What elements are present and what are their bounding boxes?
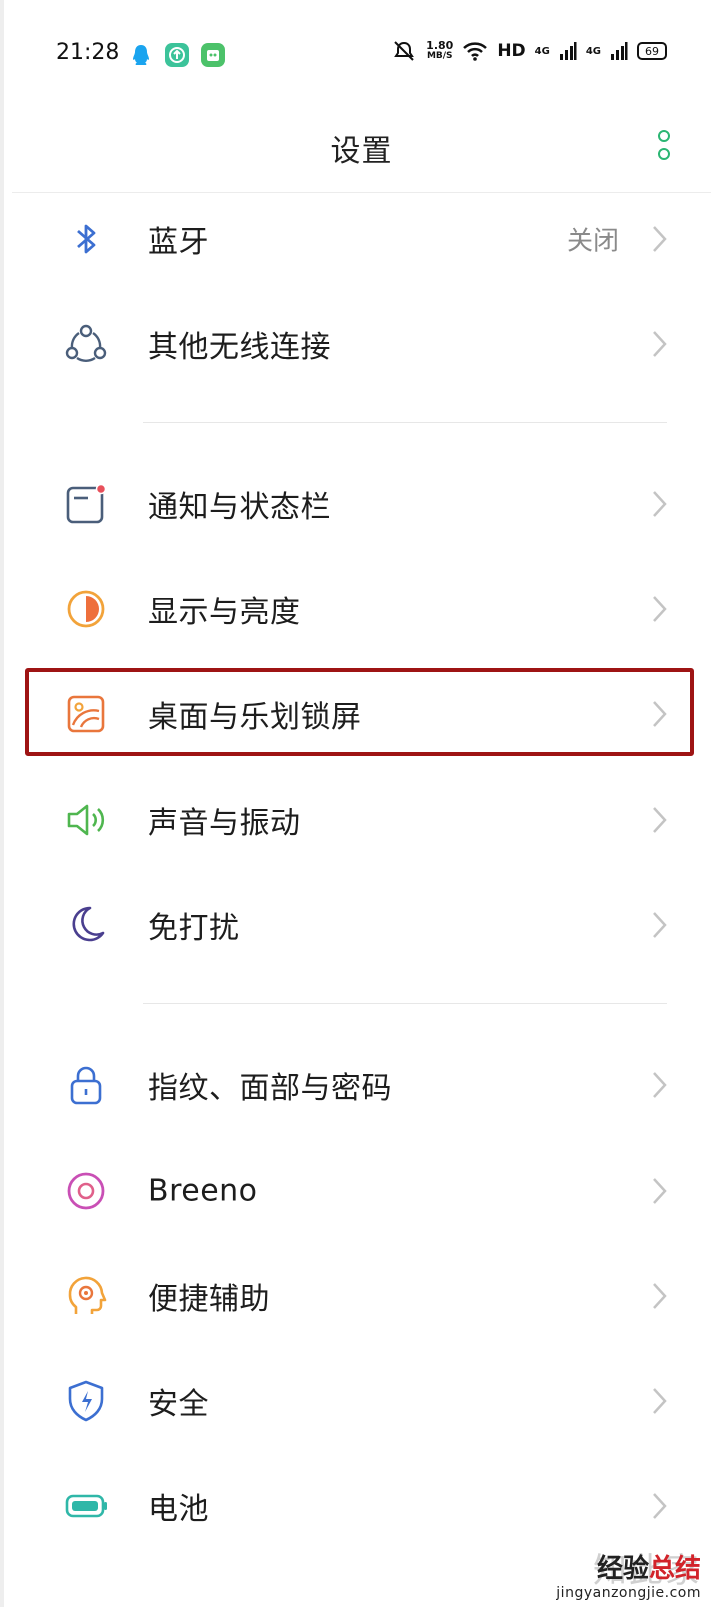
mute-bell-icon — [394, 41, 415, 61]
settings-item-label: 电池 — [148, 1491, 209, 1527]
settings-item-label: Breeno — [148, 1173, 258, 1208]
breeno-icon — [67, 1172, 105, 1209]
hd-indicator: HD — [497, 41, 526, 61]
speed-value: 1.80 — [426, 39, 454, 52]
chevron-right-icon — [653, 225, 667, 252]
watermark-main-a: 经验 — [596, 1554, 649, 1584]
settings-item-notifications[interactable]: 通知与状态栏 — [0, 451, 723, 556]
chevron-right-icon — [653, 330, 667, 357]
settings-item-breeno[interactable]: Breeno — [0, 1138, 723, 1243]
settings-item-label: 安全 — [148, 1386, 209, 1422]
store-app-icon — [201, 43, 225, 67]
chevron-right-icon — [653, 1177, 667, 1204]
settings-item-label: 其他无线连接 — [148, 329, 331, 365]
highlight-box — [25, 668, 694, 756]
lock-icon — [70, 1066, 102, 1104]
wireless-connections-icon — [65, 324, 107, 362]
chevron-right-icon — [653, 1492, 667, 1519]
settings-item-security[interactable]: 安全 — [0, 1348, 723, 1453]
qq-icon — [133, 45, 149, 65]
watermark: 知此家 经验总结 jingyanzongjie.com — [556, 1543, 701, 1601]
chevron-right-icon — [653, 806, 667, 833]
chevron-right-icon — [653, 490, 667, 517]
section-divider — [143, 1003, 667, 1004]
bluetooth-status-value: 关闭 — [566, 226, 619, 256]
shield-icon — [68, 1380, 104, 1421]
notification-icon — [66, 483, 107, 523]
network-speed: 1.80 MB/S — [426, 40, 453, 62]
settings-item-label: 声音与振动 — [148, 805, 301, 841]
page-title: 设置 — [330, 134, 393, 169]
settings-item-display[interactable]: 显示与亮度 — [0, 556, 723, 661]
chevron-right-icon — [653, 1282, 667, 1309]
settings-item-fingerprint-face-password[interactable]: 指纹、面部与密码 — [0, 1032, 723, 1137]
more-dot-icon — [658, 148, 670, 160]
settings-item-label: 指纹、面部与密码 — [148, 1070, 392, 1106]
upload-app-icon — [165, 43, 189, 67]
chevron-right-icon — [653, 911, 667, 938]
signal-icon-2 — [611, 42, 628, 60]
signal-icon — [559, 42, 577, 60]
assist-head-icon — [68, 1276, 107, 1314]
section-divider — [143, 422, 667, 423]
bluetooth-icon — [77, 224, 96, 253]
status-bar: 21:28 1.80 MB/S HD 4G 4G 69 — [0, 0, 723, 110]
chevron-right-icon — [653, 1387, 667, 1414]
settings-item-convenience[interactable]: 便捷辅助 — [0, 1243, 723, 1348]
brightness-icon — [67, 590, 105, 627]
settings-item-do-not-disturb[interactable]: 免打扰 — [0, 872, 723, 977]
status-time: 21:28 — [56, 40, 120, 65]
network-type-1: 4G — [534, 45, 550, 57]
watermark-main-b: 总结 — [648, 1554, 701, 1584]
settings-item-label: 通知与状态栏 — [148, 489, 331, 525]
battery-indicator: 69 — [637, 42, 667, 60]
battery-icon — [65, 1494, 107, 1517]
title-bar: 设置 — [12, 110, 711, 193]
settings-item-bluetooth[interactable]: 蓝牙 关闭 — [0, 186, 723, 291]
settings-item-label: 便捷辅助 — [148, 1281, 270, 1317]
status-right-icons: 1.80 MB/S HD 4G 4G 69 — [391, 40, 667, 62]
status-app-icons — [128, 42, 226, 68]
settings-item-sound[interactable]: 声音与振动 — [0, 767, 723, 872]
settings-item-label: 显示与亮度 — [148, 594, 301, 630]
moon-icon — [72, 906, 105, 941]
watermark-main: 经验总结 — [556, 1548, 701, 1585]
network-type-2: 4G — [585, 45, 601, 57]
settings-item-other-wireless[interactable]: 其他无线连接 — [0, 291, 723, 396]
more-dot-icon — [658, 130, 670, 142]
wifi-icon — [463, 42, 488, 61]
speed-unit: MB/S — [426, 51, 453, 61]
watermark-url: jingyanzongjie.com — [556, 1585, 701, 1601]
chevron-right-icon — [653, 1071, 667, 1098]
speaker-icon — [67, 804, 105, 835]
more-options-button[interactable] — [657, 130, 671, 160]
chevron-right-icon — [653, 595, 667, 622]
settings-item-label: 蓝牙 — [148, 224, 209, 260]
settings-item-label: 免打扰 — [148, 910, 240, 946]
